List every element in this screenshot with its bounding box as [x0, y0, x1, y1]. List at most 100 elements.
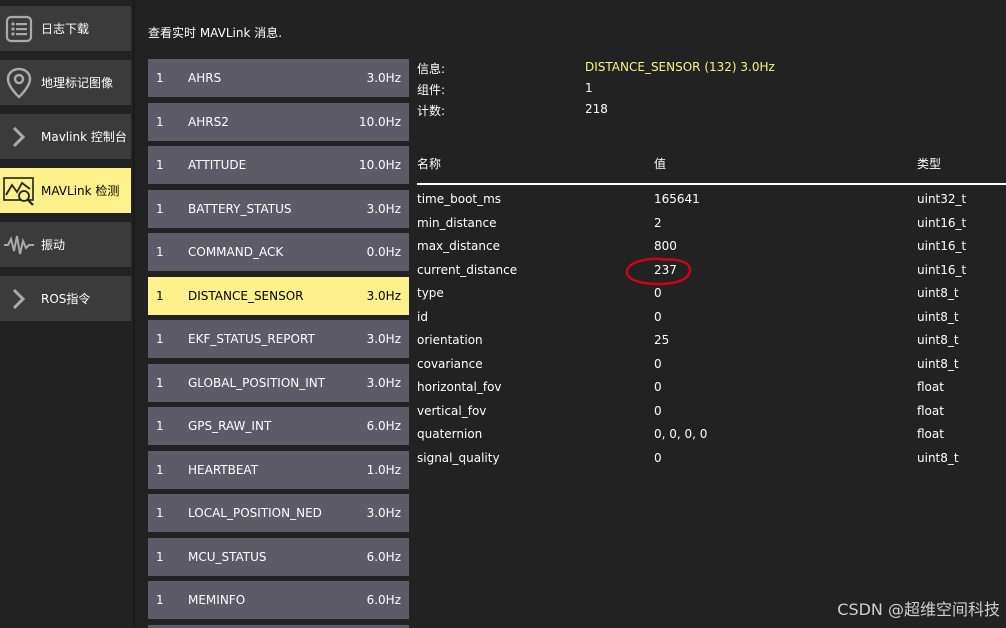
- divider: [133, 0, 135, 628]
- nav-item-label: MAVLink 检测: [41, 184, 120, 198]
- nav-item-label: 地理标记图像: [41, 76, 114, 90]
- message-name: BATTERY_STATUS: [188, 201, 292, 216]
- field-value: 0: [654, 450, 662, 465]
- field-value: 2: [654, 215, 662, 230]
- message-row[interactable]: 1 MCU_STATUS 6.0Hz: [148, 537, 409, 576]
- message-row[interactable]: 1 MEMINFO 6.0Hz: [148, 581, 409, 619]
- message-component: 1: [156, 593, 164, 607]
- component-label: 组件:: [417, 83, 446, 97]
- field-row: covariance 0 uint8_t: [417, 357, 1006, 380]
- message-row[interactable]: 1 COMMAND_ACK 0.0Hz: [148, 233, 409, 271]
- message-component: 1: [156, 462, 164, 477]
- message-rate: 10.0Hz: [358, 114, 401, 129]
- message-row-selected[interactable]: 1 DISTANCE_SENSOR 3.0Hz: [148, 276, 409, 315]
- message-row[interactable]: 1 GLOBAL_POSITION_INT 3.0Hz: [148, 363, 409, 402]
- field-row: current_distance 237 uint16_t: [417, 263, 1006, 286]
- message-component: 1: [156, 201, 164, 216]
- header-divider: [417, 183, 1006, 185]
- message-rate: 3.0Hz: [366, 71, 401, 85]
- message-rate: 1.0Hz: [366, 462, 401, 477]
- field-value: 25: [654, 333, 670, 347]
- field-type: uint8_t: [917, 309, 959, 324]
- field-name: time_boot_ms: [417, 192, 502, 206]
- nav-item-mavlink-console[interactable]: Mavlink 控制台: [0, 114, 131, 159]
- field-value: 800: [654, 239, 677, 253]
- message-rate: 3.0Hz: [366, 506, 401, 520]
- field-name: vertical_fov: [417, 403, 487, 418]
- message-row[interactable]: 1 AHRS 3.0Hz: [148, 59, 409, 97]
- message-row[interactable]: 1 AHRS2 10.0Hz: [148, 102, 409, 141]
- field-name: type: [417, 286, 444, 300]
- message-name: MCU_STATUS: [188, 549, 267, 564]
- message-row[interactable]: 1 ATTITUDE 10.0Hz: [148, 146, 409, 184]
- field-name: signal_quality: [417, 450, 500, 465]
- field-name: max_distance: [417, 239, 500, 253]
- info-value: DISTANCE_SENSOR (132) 3.0Hz: [585, 60, 775, 74]
- message-name: AHRS2: [188, 114, 229, 129]
- field-value: 0: [654, 403, 662, 418]
- message-name: EKF_STATUS_REPORT: [188, 332, 315, 346]
- field-value: 165641: [654, 192, 700, 206]
- message-name: AHRS: [188, 71, 222, 85]
- chart-inspect-icon: [0, 168, 38, 213]
- field-name: quaternion: [417, 427, 483, 441]
- message-rate: 3.0Hz: [366, 332, 401, 346]
- watermark: CSDN @超维空间科技: [837, 600, 1000, 619]
- count-label: 计数:: [417, 104, 446, 118]
- message-rate: 6.0Hz: [366, 549, 401, 564]
- message-rate: 6.0Hz: [366, 593, 401, 607]
- message-detail-panel: 信息: DISTANCE_SENSOR (132) 3.0Hz 组件: 1 计数…: [417, 0, 1006, 628]
- message-row[interactable]: 1 HEARTBEAT 1.0Hz: [148, 450, 409, 489]
- nav-item-label: ROS指令: [41, 292, 91, 306]
- field-type: uint32_t: [917, 192, 967, 206]
- count-value: 218: [585, 102, 608, 116]
- column-header-type: 类型: [917, 157, 942, 171]
- message-row[interactable]: 1 LOCAL_POSITION_NED 3.0Hz: [148, 494, 409, 532]
- nav-item-label: 日志下载: [41, 22, 90, 36]
- message-row-partial[interactable]: [148, 624, 409, 628]
- message-rate: 6.0Hz: [366, 419, 401, 433]
- field-row: max_distance 800 uint16_t: [417, 239, 1006, 262]
- message-component: 1: [156, 288, 164, 303]
- field-type: uint16_t: [917, 262, 967, 277]
- field-row: min_distance 2 uint16_t: [417, 216, 1006, 239]
- field-type: uint8_t: [917, 450, 959, 465]
- message-name: GLOBAL_POSITION_INT: [188, 375, 326, 390]
- field-value: 0: [654, 309, 662, 324]
- nav-item-geotag-images[interactable]: 地理标记图像: [0, 60, 131, 105]
- message-name: MEMINFO: [188, 593, 246, 607]
- field-type: uint8_t: [917, 333, 959, 347]
- nav-item-ros-commands[interactable]: ROS指令: [0, 276, 131, 321]
- field-row: orientation 25 uint8_t: [417, 333, 1006, 356]
- field-row: type 0 uint8_t: [417, 286, 1006, 309]
- field-row: id 0 uint8_t: [417, 310, 1006, 333]
- nav-item-vibration[interactable]: 振动: [0, 222, 131, 267]
- component-value: 1: [585, 81, 593, 95]
- message-component: 1: [156, 419, 164, 433]
- message-rate: 3.0Hz: [366, 375, 401, 390]
- message-component: 1: [156, 245, 164, 259]
- field-type: uint16_t: [917, 215, 967, 230]
- message-name: LOCAL_POSITION_NED: [188, 506, 322, 520]
- info-label: 信息:: [417, 62, 446, 76]
- message-row[interactable]: 1 BATTERY_STATUS 3.0Hz: [148, 189, 409, 228]
- message-row[interactable]: 1 GPS_RAW_INT 6.0Hz: [148, 407, 409, 445]
- field-name: covariance: [417, 356, 483, 371]
- message-rate: 0.0Hz: [366, 245, 401, 259]
- field-row: signal_quality 0 uint8_t: [417, 451, 1006, 474]
- message-row[interactable]: 1 EKF_STATUS_REPORT 3.0Hz: [148, 320, 409, 358]
- message-component: 1: [156, 506, 164, 520]
- field-name: current_distance: [417, 262, 518, 277]
- nav-item-mavlink-inspector[interactable]: MAVLink 检测: [0, 168, 131, 213]
- column-header-value: 值: [654, 157, 667, 171]
- message-name: COMMAND_ACK: [188, 245, 284, 259]
- nav-item-log-download[interactable]: 日志下载: [0, 6, 131, 51]
- left-nav: 日志下载 地理标记图像 Mavlink 控制台 MAVLink 检测 振动 RO…: [0, 0, 135, 628]
- message-name: HEARTBEAT: [188, 462, 259, 477]
- page-hint: 查看实时 MAVLink 消息.: [148, 26, 283, 40]
- message-component: 1: [156, 332, 164, 346]
- chevron-right-icon: [0, 114, 38, 159]
- message-component: 1: [156, 71, 164, 85]
- field-type: uint8_t: [917, 286, 959, 300]
- message-component: 1: [156, 375, 164, 390]
